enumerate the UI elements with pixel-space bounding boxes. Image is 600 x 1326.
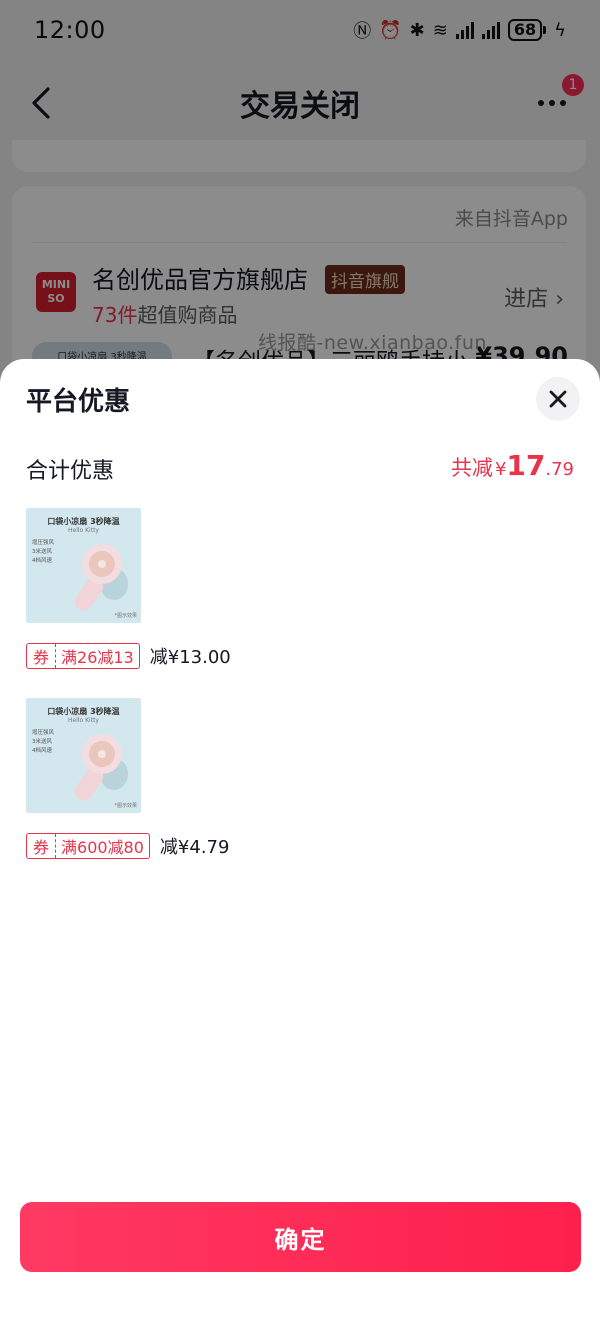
image-feature: 增压强风	[32, 730, 55, 736]
image-title: 口袋小凉扇 3秒降温	[47, 517, 120, 526]
total-discount-value: 共减 ¥ 17 .79	[451, 449, 574, 482]
coupon-tag: 券	[27, 644, 57, 668]
fan-illustration	[74, 544, 128, 611]
close-icon	[549, 390, 567, 408]
close-button[interactable]	[536, 377, 580, 421]
confirm-button[interactable]: 确定	[20, 1202, 581, 1272]
platform-discount-sheet: 平台优惠 合计优惠 共减 ¥ 17 .79 口袋小凉扇 3秒降温 Hello K…	[0, 359, 600, 1326]
total-decimal: .79	[545, 459, 574, 480]
image-feature: 3米送风	[32, 739, 52, 745]
coupon-saving: 减¥13.00	[149, 647, 231, 668]
image-feature: 4档风速	[32, 748, 52, 754]
image-subtitle: Hello Kitty	[68, 527, 99, 534]
total-integer: 17	[506, 449, 546, 482]
product-image[interactable]: 口袋小凉扇 3秒降温 Hello Kitty 增压强风 3米送风 4档风速 *图…	[26, 508, 141, 623]
total-currency: ¥	[494, 459, 507, 480]
total-discount-label: 合计优惠	[26, 459, 115, 484]
total-prefix: 共减	[450, 456, 493, 480]
image-feature: 3米送风	[32, 549, 52, 555]
image-feature: 增压强风	[32, 540, 55, 546]
coupon-badge: 券 满600减80	[26, 833, 150, 859]
coupon-row: 券 满26减13 减¥13.00	[26, 643, 574, 669]
coupon-rule: 满26减13	[61, 648, 134, 667]
fan-illustration	[74, 734, 128, 801]
image-note: *图示效果	[114, 803, 137, 809]
coupon-saving: 减¥4.79	[159, 837, 230, 858]
coupon-tag: 券	[27, 834, 57, 858]
image-note: *图示效果	[114, 613, 137, 619]
image-feature: 4档风速	[32, 558, 52, 564]
coupon-row: 券 满600减80 减¥4.79	[26, 833, 574, 859]
sheet-title: 平台优惠	[26, 387, 131, 417]
image-title: 口袋小凉扇 3秒降温	[47, 707, 120, 716]
coupon-rule: 满600减80	[61, 838, 144, 857]
image-subtitle: Hello Kitty	[68, 717, 99, 724]
discount-item: 口袋小凉扇 3秒降温 Hello Kitty 增压强风 3米送风 4档风速 *图…	[26, 508, 574, 669]
discount-item: 口袋小凉扇 3秒降温 Hello Kitty 增压强风 3米送风 4档风速 *图…	[26, 698, 574, 859]
product-image[interactable]: 口袋小凉扇 3秒降温 Hello Kitty 增压强风 3米送风 4档风速 *图…	[26, 698, 141, 813]
coupon-badge: 券 满26减13	[26, 643, 140, 669]
